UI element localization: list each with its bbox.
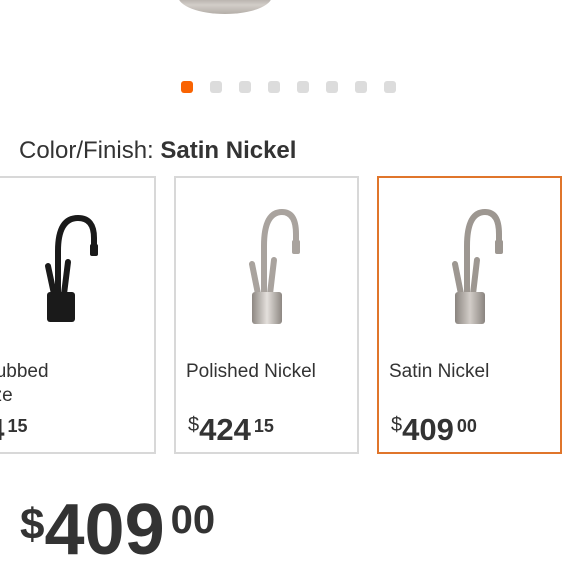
faucet-image bbox=[45, 214, 98, 322]
swatch-oil-rubbed-bronze[interactable]: Rubbed nze 2415 bbox=[0, 176, 156, 454]
carousel-indicator bbox=[181, 81, 396, 93]
faucet-image bbox=[451, 208, 503, 324]
swatch-name: Satin Nickel bbox=[389, 361, 490, 382]
carousel-dot[interactable] bbox=[297, 81, 309, 93]
carousel-dot[interactable] bbox=[326, 81, 338, 93]
color-finish-title: Color/Finish: bbox=[19, 137, 154, 164]
carousel-dot[interactable] bbox=[355, 81, 367, 93]
color-finish-selected: Satin Nickel bbox=[160, 137, 297, 164]
swatch-price: $424 15 bbox=[188, 412, 274, 447]
carousel-dot[interactable] bbox=[268, 81, 280, 93]
swatch-satin-nickel[interactable]: Satin Nickel $409 00 bbox=[377, 176, 562, 454]
carousel-dot[interactable] bbox=[210, 81, 222, 93]
swatch-price: $409 00 bbox=[391, 412, 477, 447]
faucet-image bbox=[248, 208, 300, 324]
product-price: $409 00 bbox=[20, 490, 216, 570]
color-finish-label: Color/Finish: Satin Nickel bbox=[19, 137, 296, 165]
carousel-dot[interactable] bbox=[181, 81, 193, 93]
product-image[interactable] bbox=[178, 0, 272, 14]
finish-swatch-carousel[interactable]: Rubbed nze 2415 Polished Nickel $42415 bbox=[0, 176, 580, 458]
carousel-dot[interactable] bbox=[384, 81, 396, 93]
swatch-price: 2415 bbox=[0, 412, 28, 447]
swatch-name: Polished Nickel bbox=[186, 361, 316, 382]
swatch-name: Rubbed nze bbox=[0, 361, 49, 406]
swatch-polished-nickel[interactable]: Polished Nickel $424 15 bbox=[174, 176, 359, 454]
carousel-dot[interactable] bbox=[239, 81, 251, 93]
